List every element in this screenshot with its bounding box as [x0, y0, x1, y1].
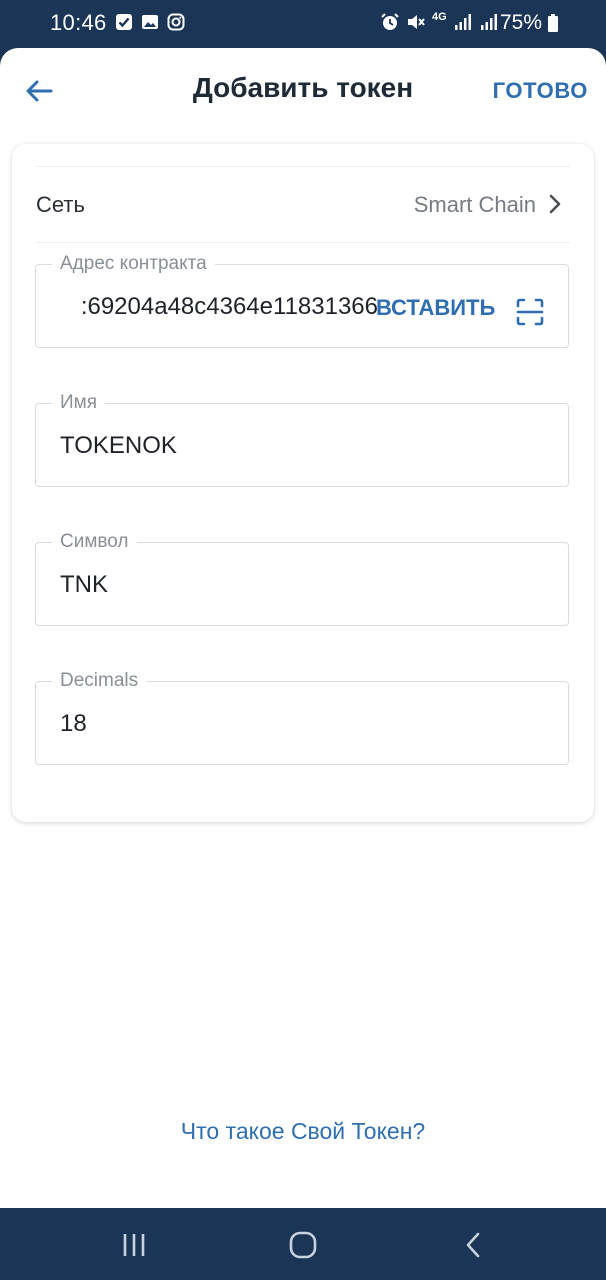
name-value: TOKENOK	[60, 432, 177, 459]
decimals-label: Decimals	[52, 670, 147, 692]
network-label: Сеть	[36, 192, 85, 217]
battery-level: 75%	[500, 11, 543, 34]
name-label: Имя	[52, 392, 106, 414]
mute-icon	[408, 15, 425, 29]
instagram-icon	[167, 13, 185, 31]
symbol-label: Символ	[52, 531, 137, 553]
decimals-field[interactable]: Decimals 18	[35, 670, 569, 765]
symbol-field[interactable]: Символ TNK	[35, 531, 569, 626]
clock: 10:46	[50, 10, 107, 35]
checkbox-icon	[116, 14, 132, 30]
divider	[36, 242, 570, 243]
notification-icons	[115, 13, 185, 31]
decimals-value: 18	[60, 710, 87, 737]
contract-address-input[interactable]: :69204a48c4364e11831366	[60, 293, 378, 327]
image-icon	[142, 15, 158, 29]
home-icon[interactable]	[287, 1230, 319, 1260]
chevron-right-icon	[549, 194, 561, 214]
system-nav-bar	[0, 1208, 606, 1280]
network-value: Smart Chain	[413, 192, 536, 217]
back-icon[interactable]	[458, 1230, 490, 1260]
alarm-icon	[381, 13, 399, 30]
system-icons: 4G	[380, 10, 499, 32]
paste-button[interactable]: ВСТАВИТЬ	[376, 295, 495, 321]
contract-address-field[interactable]: Адрес контракта :69204a48c4364e11831366 …	[35, 253, 569, 348]
custom-token-help-link[interactable]: Что такое Свой Токен?	[0, 1118, 606, 1145]
network-selector[interactable]: Сеть Smart Chain	[12, 166, 594, 242]
contract-address-label: Адрес контракта	[52, 253, 215, 275]
signal-icon	[480, 14, 497, 30]
contract-address-value: :69204a48c4364e11831366	[80, 293, 378, 320]
symbol-value: TNK	[60, 571, 108, 598]
battery-icon	[548, 14, 558, 32]
network-type: 4G	[432, 10, 447, 23]
signal-icon	[454, 14, 471, 30]
add-token-screen: Добавить токен ГОТОВО Сеть Smart Chain А…	[0, 48, 606, 1208]
app-header: Добавить токен ГОТОВО	[0, 48, 606, 132]
name-field[interactable]: Имя TOKENOK	[35, 392, 569, 487]
done-button[interactable]: ГОТОВО	[493, 78, 588, 104]
qr-scan-icon[interactable]	[514, 296, 546, 328]
token-form-card: Сеть Smart Chain Адрес контракта :69204a…	[12, 144, 594, 822]
recent-apps-icon[interactable]	[118, 1230, 150, 1260]
status-bar: 10:46 4G 75%	[0, 0, 606, 48]
